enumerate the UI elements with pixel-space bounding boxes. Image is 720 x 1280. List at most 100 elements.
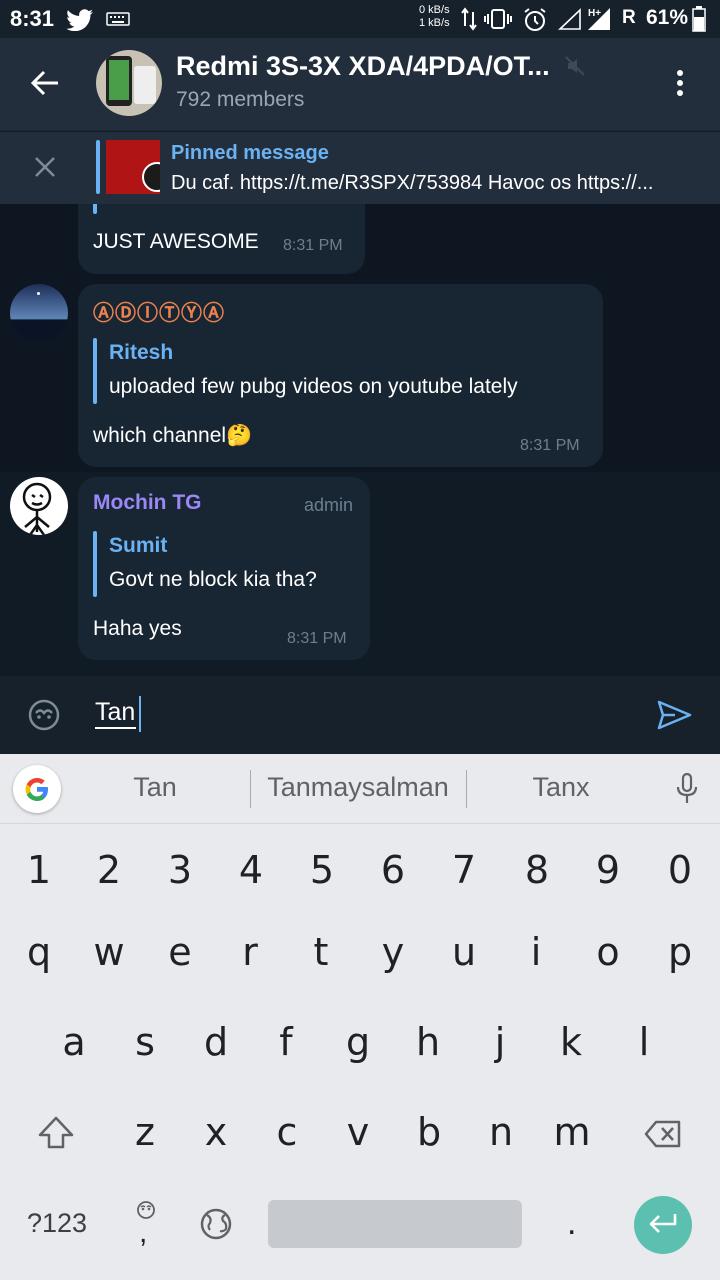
enter-key[interactable]	[634, 1196, 692, 1254]
key-8[interactable]: 8	[507, 848, 567, 892]
pinned-title: Pinned message	[171, 142, 329, 164]
back-arrow-icon[interactable]	[30, 69, 60, 97]
battery-percent: 61%	[646, 6, 689, 29]
key-6[interactable]: 6	[363, 848, 423, 892]
group-avatar[interactable]	[96, 50, 162, 116]
battery-icon	[692, 6, 706, 32]
signal-hplus-icon: H+	[588, 8, 610, 30]
net-down: 1 kB/s	[419, 17, 450, 29]
key-s[interactable]: s	[115, 1020, 175, 1064]
message-sender[interactable]: Mochin TG	[93, 491, 202, 515]
roaming-indicator: R	[622, 7, 636, 28]
message-bubble[interactable]: JUST AWESOME 8:31 PM	[78, 204, 365, 274]
key-t[interactable]: t	[291, 930, 351, 974]
key-d[interactable]: d	[186, 1020, 246, 1064]
emoji-icon[interactable]	[27, 698, 61, 732]
message-input[interactable]: Tan	[95, 698, 137, 729]
reply-sender[interactable]: Ritesh	[109, 341, 173, 365]
pinned-thumbnail	[106, 140, 160, 194]
symbols-key[interactable]: ?123	[27, 1208, 87, 1239]
svg-text:H+: H+	[588, 8, 601, 19]
status-time: 8:31	[10, 6, 55, 31]
message-bubble[interactable]: Mochin TG admin Sumit Govt ne block kia …	[78, 477, 370, 660]
suggestion-3[interactable]: Tanx	[488, 772, 634, 803]
key-w[interactable]: w	[79, 930, 139, 974]
globe-icon[interactable]	[199, 1207, 233, 1241]
vibrate-icon	[484, 9, 512, 29]
key-3[interactable]: 3	[150, 848, 210, 892]
key-b[interactable]: b	[399, 1110, 459, 1154]
more-options-icon[interactable]	[674, 68, 686, 98]
key-k[interactable]: k	[541, 1020, 601, 1064]
message-time: 8:31 PM	[283, 237, 343, 254]
keyboard-status-icon	[106, 12, 130, 26]
chat-messages[interactable]: JUST AWESOME 8:31 PM ⒶⒹⒾⓉⓎⒶ Ritesh uploa…	[0, 204, 720, 676]
pinned-message-bar[interactable]: Pinned message Du caf. https://t.me/R3SP…	[0, 131, 720, 204]
pinned-text: Du caf. https://t.me/R3SPX/753984 Havoc …	[171, 172, 654, 194]
signal-empty-icon	[558, 8, 581, 30]
muted-icon	[565, 56, 585, 76]
key-5[interactable]: 5	[292, 848, 352, 892]
shift-icon[interactable]	[37, 1115, 75, 1151]
pinned-accent-bar	[96, 140, 100, 194]
group-title[interactable]: Redmi 3S-3X XDA/4PDA/OT...	[176, 51, 550, 82]
microphone-icon[interactable]	[676, 773, 698, 805]
key-u[interactable]: u	[434, 930, 494, 974]
suggestion-2[interactable]: Tanmaysalman	[252, 772, 464, 803]
message-text: JUST AWESOME	[93, 230, 259, 253]
reply-text[interactable]: uploaded few pubg videos on youtube late…	[109, 375, 518, 399]
close-pinned-icon[interactable]	[33, 155, 57, 179]
message-sender[interactable]: ⒶⒹⒾⓉⓎⒶ	[93, 297, 225, 327]
key-z[interactable]: z	[115, 1110, 175, 1154]
google-icon[interactable]	[13, 765, 61, 813]
reply-sender[interactable]: Sumit	[109, 534, 167, 558]
key-0[interactable]: 0	[650, 848, 710, 892]
key-n[interactable]: n	[471, 1110, 531, 1154]
send-icon[interactable]	[657, 699, 693, 731]
key-j[interactable]: j	[470, 1020, 530, 1064]
key-e[interactable]: e	[150, 930, 210, 974]
backspace-icon[interactable]	[644, 1120, 682, 1148]
key-r[interactable]: r	[220, 930, 280, 974]
admin-badge: admin	[304, 495, 354, 515]
period-key[interactable]: .	[567, 1204, 576, 1243]
key-7[interactable]: 7	[434, 848, 494, 892]
key-f[interactable]: f	[256, 1020, 316, 1064]
message-time: 8:31 PM	[520, 437, 580, 454]
key-c[interactable]: c	[257, 1110, 317, 1154]
message-time: 8:31 PM	[287, 630, 347, 647]
comma-key[interactable]: ,	[139, 1216, 147, 1250]
key-a[interactable]: a	[44, 1020, 104, 1064]
key-y[interactable]: y	[363, 930, 423, 974]
suggestion-1[interactable]: Tan	[80, 772, 230, 803]
key-i[interactable]: i	[506, 930, 566, 974]
key-v[interactable]: v	[328, 1110, 388, 1154]
member-count: 792 members	[176, 88, 305, 111]
suggestion-strip: Tan Tanmaysalman Tanx	[0, 754, 720, 824]
key-4[interactable]: 4	[221, 848, 281, 892]
data-transfer-icon	[461, 7, 477, 31]
reply-accent	[93, 531, 97, 597]
key-h[interactable]: h	[398, 1020, 458, 1064]
key-p[interactable]: p	[650, 930, 710, 974]
key-q[interactable]: q	[9, 930, 69, 974]
key-9[interactable]: 9	[578, 848, 638, 892]
twitter-icon	[66, 9, 93, 31]
key-g[interactable]: g	[328, 1020, 388, 1064]
key-l[interactable]: l	[614, 1020, 674, 1064]
alarm-icon	[524, 8, 546, 31]
avatar-aditya[interactable]	[10, 284, 68, 342]
key-2[interactable]: 2	[79, 848, 139, 892]
space-bar[interactable]	[268, 1200, 522, 1248]
chat-header: Redmi 3S-3X XDA/4PDA/OT... 792 members	[0, 38, 720, 130]
avatar-mochin[interactable]	[10, 477, 68, 535]
key-x[interactable]: x	[186, 1110, 246, 1154]
key-o[interactable]: o	[578, 930, 638, 974]
reply-text[interactable]: Govt ne block kia tha?	[109, 568, 317, 592]
message-bubble[interactable]: ⒶⒹⒾⓉⓎⒶ Ritesh uploaded few pubg videos o…	[78, 284, 603, 467]
key-1[interactable]: 1	[9, 848, 69, 892]
key-m[interactable]: m	[542, 1110, 602, 1154]
enter-icon	[649, 1214, 677, 1233]
status-bar: 8:31 0 kB/s 1 kB/s H+ R 61%	[0, 0, 720, 38]
network-speed: 0 kB/s 1 kB/s	[419, 4, 450, 30]
